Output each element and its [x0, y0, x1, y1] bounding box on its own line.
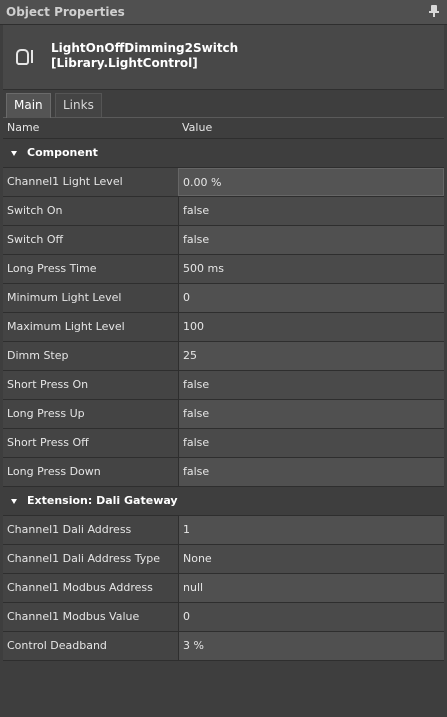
property-row[interactable]: Switch On false	[3, 197, 444, 226]
property-name: Channel1 Modbus Value	[7, 610, 140, 623]
property-row[interactable]: Short Press Off false	[3, 429, 444, 458]
property-row[interactable]: Minimum Light Level 0	[3, 284, 444, 313]
property-value[interactable]: null	[178, 574, 444, 602]
property-row[interactable]: Control Deadband 3 %	[3, 632, 444, 661]
category-row[interactable]: Extension: Dali Gateway	[3, 487, 444, 516]
property-row[interactable]: Short Press On false	[3, 371, 444, 400]
tab-links[interactable]: Links	[55, 93, 102, 117]
property-name: Switch Off	[7, 233, 64, 246]
panel-title: Object Properties	[6, 5, 125, 19]
property-value[interactable]: false	[178, 458, 444, 486]
property-name: Channel1 Light Level	[7, 175, 123, 188]
property-value[interactable]: false	[178, 226, 444, 254]
column-header-name[interactable]: Name	[7, 118, 39, 138]
panel-titlebar: Object Properties	[0, 0, 447, 25]
property-row[interactable]: Maximum Light Level 100	[3, 313, 444, 342]
property-value[interactable]: false	[178, 371, 444, 399]
object-properties-panel: Object Properties LightOnOffDimming2Swit…	[0, 0, 447, 717]
property-name: Channel1 Modbus Address	[7, 581, 153, 594]
property-row[interactable]: Long Press Time 500 ms	[3, 255, 444, 284]
property-name: Minimum Light Level	[7, 291, 122, 304]
property-value[interactable]: false	[178, 197, 444, 225]
property-name: Short Press On	[7, 378, 89, 391]
property-name: Control Deadband	[7, 639, 107, 652]
property-row[interactable]: Channel1 Modbus Address null	[3, 574, 444, 603]
object-name-line2: [Library.LightControl]	[51, 56, 198, 70]
property-value[interactable]: 1	[178, 516, 444, 544]
property-name: Channel1 Dali Address Type	[7, 552, 161, 565]
category-row[interactable]: Component	[3, 139, 444, 168]
property-name: Switch On	[7, 204, 63, 217]
category-label: Extension: Dali Gateway	[11, 487, 178, 515]
property-name: Short Press Off	[7, 436, 89, 449]
property-value[interactable]: 500 ms	[178, 255, 444, 283]
property-row[interactable]: Channel1 Light Level 0.00 %	[3, 168, 444, 197]
property-name: Dimm Step	[7, 349, 69, 362]
property-value[interactable]: 3 %	[178, 632, 444, 660]
light-bulb-icon	[13, 47, 33, 67]
property-grid: Name Value Component Channel1 Light Level…	[3, 118, 444, 661]
column-header-value[interactable]: Value	[178, 118, 444, 138]
tab-main[interactable]: Main	[6, 93, 51, 118]
category-label-text: Component	[27, 146, 98, 159]
property-name: Long Press Up	[7, 407, 85, 420]
object-name-line1: LightOnOffDimming2Switch	[51, 41, 239, 55]
category-label-text: Extension: Dali Gateway	[27, 494, 178, 507]
property-value[interactable]: 100	[178, 313, 444, 341]
property-row[interactable]: Channel1 Modbus Value 0	[3, 603, 444, 632]
property-value[interactable]: false	[178, 429, 444, 457]
property-value[interactable]: false	[178, 400, 444, 428]
property-value[interactable]: 0	[178, 284, 444, 312]
grid-header-row: Name Value	[3, 118, 444, 139]
tab-strip: Main Links	[3, 90, 444, 118]
property-row[interactable]: Channel1 Dali Address 1	[3, 516, 444, 545]
property-row[interactable]: Channel1 Dali Address Type None	[3, 545, 444, 574]
grid-empty-area	[3, 662, 444, 714]
pin-icon[interactable]	[429, 4, 439, 18]
object-name: LightOnOffDimming2Switch [Library.LightC…	[51, 41, 238, 71]
property-name: Long Press Down	[7, 465, 101, 478]
property-row[interactable]: Switch Off false	[3, 226, 444, 255]
property-value[interactable]: None	[178, 545, 444, 573]
property-value[interactable]: 25	[178, 342, 444, 370]
property-row[interactable]: Long Press Down false	[3, 458, 444, 487]
object-header: LightOnOffDimming2Switch [Library.LightC…	[3, 25, 444, 90]
property-name: Maximum Light Level	[7, 320, 125, 333]
category-label: Component	[11, 139, 98, 167]
property-value[interactable]: 0	[178, 603, 444, 631]
property-name: Long Press Time	[7, 262, 97, 275]
property-row[interactable]: Dimm Step 25	[3, 342, 444, 371]
collapse-caret-icon[interactable]	[11, 150, 17, 156]
property-value[interactable]: 0.00 %	[178, 168, 444, 196]
collapse-caret-icon[interactable]	[11, 498, 17, 504]
property-row[interactable]: Long Press Up false	[3, 400, 444, 429]
property-name: Channel1 Dali Address	[7, 523, 132, 536]
